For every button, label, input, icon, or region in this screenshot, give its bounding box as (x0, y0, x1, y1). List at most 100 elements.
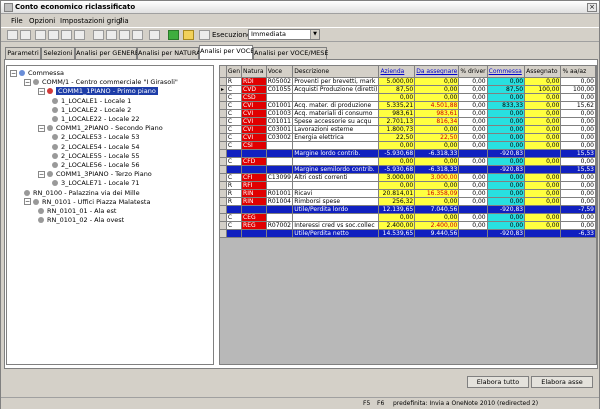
close-icon[interactable]: × (587, 3, 597, 12)
table-row[interactable]: ▸ C CVD C01055 Acquisti Produzione (diretti)… (220, 85, 596, 94)
filter-icon[interactable] (106, 30, 117, 40)
tree-node[interactable]: RN_0101_02 - Ala ovest (38, 216, 124, 225)
menu-help[interactable]: ? (119, 17, 123, 25)
table-cell: 0,00 (524, 125, 562, 134)
data-grid[interactable]: Gen Natura Voce Descrizione Azienda Da assegn… (219, 65, 597, 365)
tab-parametri[interactable]: Parametri (5, 47, 41, 59)
table-row[interactable]: C CVI C03001 Lavorazioni esterne 1.800,73 0,0… (220, 125, 596, 134)
column-header[interactable]: Voce (266, 66, 294, 78)
tree-collapse-icon[interactable]: − (38, 170, 45, 178)
tree-node-label: RN_0101_01 - Ala est (47, 207, 117, 215)
table-row[interactable]: R RDI R05002 Proventi per brevetti, mark 5.0… (220, 77, 596, 86)
elabora-tutto-button[interactable]: Elabora tutto (467, 376, 529, 388)
tree-node[interactable]: − Commessa (10, 69, 64, 78)
tree-node[interactable]: − COMM/1 - Centro commerciale "I Girasoli… (24, 78, 178, 87)
tree-node[interactable]: − COMM1_2PIANO - Secondo Piano (38, 124, 163, 133)
phone-icon[interactable] (168, 30, 179, 40)
column-header[interactable]: Da assegnare (414, 66, 460, 78)
tree-node[interactable]: 1_LOCALE1 - Locale 1 (52, 97, 131, 106)
table-cell: Acquisti Produzione (diretti) (292, 85, 380, 94)
tab-analisi-genere[interactable]: Analisi per GENERE (75, 47, 139, 59)
tab-analisi-natura[interactable]: Analisi per NATURA (137, 47, 201, 59)
table-row[interactable]: C CVI C01001 Acq. mater. di produzione 5.335… (220, 101, 596, 110)
elabora-asse-button[interactable]: Elabora asse (531, 376, 593, 388)
tree-node[interactable]: − COMM1_3PIANO - Terzo Piano (38, 170, 152, 179)
tree-collapse-icon[interactable]: − (24, 78, 31, 86)
table-row[interactable]: Margine lordo contrib. -5.930,68 -6.318,33… (220, 149, 596, 158)
column-header[interactable]: Descrizione (292, 66, 380, 78)
tree-node[interactable]: 1_LOCALE2 - Locale 2 (52, 106, 131, 115)
print-preview-icon[interactable] (20, 30, 31, 40)
table-row[interactable]: C REG R07002 Interessi cred vs soc.collec 2.… (220, 221, 596, 230)
table-cell: 22,50 (414, 133, 460, 142)
tree-node[interactable]: 1_LOCALE22 - Locale 22 (52, 115, 140, 124)
chevron-down-icon[interactable]: ▼ (310, 30, 319, 39)
table-row[interactable]: C CEG 0,00 0,00 0,00 0,00 0,00 0,00 (220, 213, 596, 222)
column-header[interactable]: % aa/az (560, 66, 596, 78)
tree-collapse-icon[interactable]: − (38, 87, 45, 95)
table-row[interactable]: R RFI 0,00 0,00 0,00 0,00 0,00 0,00 (220, 181, 596, 190)
column-header[interactable]: Gen (226, 66, 243, 78)
table-cell: 15,53 (560, 149, 596, 158)
table-row[interactable]: C CFD 0,00 0,00 0,00 0,00 0,00 0,00 (220, 157, 596, 166)
table-cell: C03002 (266, 133, 294, 142)
remove-icon[interactable] (149, 30, 160, 40)
refresh-icon[interactable] (74, 30, 85, 40)
table-cell (266, 149, 294, 158)
table-row[interactable]: C CVI C01011 Spese accessorie su acqu 2.701,… (220, 117, 596, 126)
table-row[interactable]: C CVI C01003 Acq. materiali di consumo 983,6… (220, 109, 596, 118)
sort-icon[interactable] (119, 30, 130, 40)
table-row[interactable]: Utile/Perdita netto 14.539,65 9.440,56 -920… (220, 229, 596, 238)
table-cell: 100,00 (560, 85, 596, 94)
tree-node[interactable]: − COMM1_1PIANO - Primo piano (38, 87, 158, 96)
table-cell: 0,00 (524, 157, 562, 166)
tab-selezioni[interactable]: Selezioni (41, 47, 75, 59)
table-row[interactable]: C CSI 0,00 0,00 0,00 0,00 0,00 0,00 (220, 141, 596, 150)
tree-collapse-icon[interactable]: − (38, 124, 45, 132)
table-row[interactable]: R RIN R01004 Rimborsi spese 256,32 0,00 0,00 0,… (220, 197, 596, 206)
columns-icon[interactable] (132, 30, 143, 40)
grid-layout-icon[interactable] (93, 30, 104, 40)
copy-icon[interactable] (48, 30, 59, 40)
tree-collapse-icon[interactable]: − (10, 69, 17, 77)
tree-node[interactable]: 2_LOCALE56 - Locale 56 (52, 161, 140, 170)
tree-node[interactable]: 2_LOCALE53 - Locale 53 (52, 133, 140, 142)
table-cell: -920,83 (487, 229, 526, 238)
tree-node[interactable]: RN_0101_01 - Ala est (38, 207, 116, 216)
esecuzione-select[interactable]: Immediata ▼ (248, 29, 320, 40)
table-cell: 0,00 (524, 117, 562, 126)
table-row[interactable]: Utile/Perdita lordo 12.139,65 7.040,56 -920… (220, 205, 596, 214)
column-header[interactable]: Assegnato (524, 66, 562, 78)
table-cell: 87,50 (487, 85, 526, 94)
export-icon[interactable] (61, 30, 72, 40)
table-cell: 0,00 (524, 93, 562, 102)
tree-node[interactable]: 2_LOCALE54 - Locale 54 (52, 143, 140, 152)
table-row[interactable]: C CSD 0,00 0,00 0,00 0,00 0,00 0,00 (220, 93, 596, 102)
tab-analisi-voce-mese[interactable]: Analisi per VOCE/MESE (253, 47, 329, 59)
table-cell: 0,00 (560, 117, 596, 126)
menu-file[interactable]: File (11, 17, 23, 25)
settings-icon[interactable] (199, 30, 210, 40)
column-header[interactable]: Commessa (487, 66, 526, 78)
commessa-tree[interactable]: − Commessa − COMM/1 - Centro commerciale "I… (6, 65, 214, 365)
table-row[interactable]: Margine semilordo contrib. -5.930,68 -6.31… (220, 165, 596, 174)
column-header[interactable]: Natura (241, 66, 267, 78)
table-row[interactable]: R RIN R01001 Ricavi 20.814,01 16.358,09 0,00 0,… (220, 189, 596, 198)
menu-opzioni[interactable]: Opzioni (29, 17, 55, 25)
table-cell: 2.400,00 (414, 221, 460, 230)
key-icon[interactable] (183, 30, 194, 40)
table-row[interactable]: C CFI C13099 Altri costi correnti 3.000,00 3.… (220, 173, 596, 182)
tree-collapse-icon[interactable]: − (24, 198, 31, 206)
column-header[interactable]: Azienda (378, 66, 416, 78)
table-row[interactable]: C CVI C03002 Energia elettrica 22,50 22,50 0,0… (220, 133, 596, 142)
tree-node[interactable]: RN_0100 - Palazzina via dei Mille (24, 189, 140, 198)
print-icon[interactable] (7, 30, 18, 40)
tab-analisi-voce[interactable]: Analisi per VOCE (199, 45, 254, 59)
table-cell: CVD (241, 85, 267, 94)
tree-node[interactable]: 3_LOCALE71 - Locale 71 (52, 179, 140, 188)
tree-node[interactable]: 2_LOCALE55 - Locale 55 (52, 152, 140, 161)
tree-node[interactable]: − RN_0101 - Uffici Piazza Malatesta (24, 198, 150, 207)
document-icon[interactable] (35, 30, 46, 40)
column-header[interactable]: % driver (458, 66, 488, 78)
table-cell: C (226, 157, 243, 166)
